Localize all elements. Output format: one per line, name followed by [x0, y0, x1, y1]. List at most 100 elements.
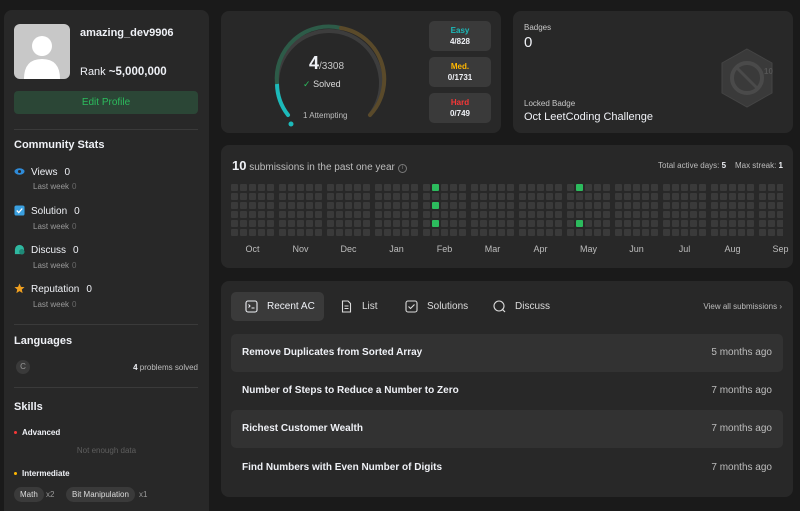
- heatmap-cell-active[interactable]: [432, 220, 439, 227]
- heatmap-cell[interactable]: [729, 220, 736, 227]
- heatmap-cell[interactable]: [315, 202, 322, 209]
- heatmap-cell[interactable]: [633, 202, 640, 209]
- heatmap-cell[interactable]: [450, 184, 457, 191]
- heatmap-cell[interactable]: [642, 184, 649, 191]
- heatmap-cell[interactable]: [603, 202, 610, 209]
- heatmap-cell[interactable]: [537, 202, 544, 209]
- heatmap-cell-active[interactable]: [432, 184, 439, 191]
- heatmap-cell[interactable]: [363, 202, 370, 209]
- heatmap-cell[interactable]: [528, 211, 535, 218]
- heatmap-cell[interactable]: [471, 202, 478, 209]
- heatmap-cell[interactable]: [279, 184, 286, 191]
- heatmap-cell[interactable]: [240, 220, 247, 227]
- heatmap-cell[interactable]: [624, 184, 631, 191]
- heatmap-cell[interactable]: [720, 193, 727, 200]
- heatmap-cell[interactable]: [681, 220, 688, 227]
- heatmap-cell[interactable]: [450, 211, 457, 218]
- heatmap-cell[interactable]: [633, 220, 640, 227]
- heatmap-cell[interactable]: [663, 193, 670, 200]
- heatmap-cell[interactable]: [528, 229, 535, 236]
- heatmap-cell[interactable]: [738, 193, 745, 200]
- heatmap-cell[interactable]: [402, 211, 409, 218]
- heatmap-cell[interactable]: [594, 220, 601, 227]
- heatmap-cell[interactable]: [471, 193, 478, 200]
- heatmap-cell[interactable]: [231, 211, 238, 218]
- heatmap-cell[interactable]: [279, 211, 286, 218]
- heatmap-cell[interactable]: [672, 193, 679, 200]
- heatmap-cell[interactable]: [642, 229, 649, 236]
- heatmap-cell[interactable]: [699, 193, 706, 200]
- view-all-submissions-link[interactable]: View all submissions ›: [703, 302, 782, 311]
- heatmap-cell[interactable]: [327, 202, 334, 209]
- submission-title[interactable]: Remove Duplicates from Sorted Array: [242, 347, 422, 358]
- heatmap-cell[interactable]: [402, 220, 409, 227]
- heatmap-cell[interactable]: [288, 229, 295, 236]
- heatmap-cell[interactable]: [288, 211, 295, 218]
- heatmap-cell[interactable]: [546, 202, 553, 209]
- heatmap-cell[interactable]: [507, 229, 514, 236]
- heatmap-cell[interactable]: [777, 229, 783, 236]
- heatmap-cell[interactable]: [393, 229, 400, 236]
- info-icon[interactable]: i: [397, 164, 407, 173]
- heatmap-cell[interactable]: [759, 184, 766, 191]
- heatmap-cell[interactable]: [375, 211, 382, 218]
- heatmap-cell[interactable]: [624, 229, 631, 236]
- heatmap-cell[interactable]: [450, 193, 457, 200]
- heatmap-cell[interactable]: [354, 211, 361, 218]
- heatmap-cell[interactable]: [747, 184, 754, 191]
- tab-recent-ac[interactable]: Recent AC: [231, 292, 324, 321]
- tab-list[interactable]: List: [326, 292, 386, 321]
- heatmap-cell[interactable]: [411, 193, 418, 200]
- heatmap-cell[interactable]: [384, 220, 391, 227]
- heatmap-cell[interactable]: [768, 229, 775, 236]
- heatmap-cell[interactable]: [411, 211, 418, 218]
- heatmap-cell[interactable]: [327, 184, 334, 191]
- heatmap-cell[interactable]: [681, 184, 688, 191]
- heatmap-cell[interactable]: [576, 202, 583, 209]
- heatmap-cell-active[interactable]: [432, 202, 439, 209]
- heatmap-cell[interactable]: [720, 211, 727, 218]
- heatmap-cell[interactable]: [384, 184, 391, 191]
- heatmap-cell[interactable]: [258, 202, 265, 209]
- heatmap-cell[interactable]: [528, 193, 535, 200]
- heatmap-cell[interactable]: [642, 220, 649, 227]
- heatmap-cell[interactable]: [690, 220, 697, 227]
- heatmap-cell[interactable]: [720, 229, 727, 236]
- heatmap-cell[interactable]: [663, 184, 670, 191]
- heatmap-cell[interactable]: [711, 229, 718, 236]
- heatmap-cell[interactable]: [267, 184, 274, 191]
- heatmap-cell[interactable]: [249, 211, 256, 218]
- heatmap-cell[interactable]: [738, 202, 745, 209]
- heatmap-cell[interactable]: [411, 202, 418, 209]
- heatmap-cell[interactable]: [498, 211, 505, 218]
- heatmap-cell[interactable]: [768, 202, 775, 209]
- heatmap-cell[interactable]: [615, 229, 622, 236]
- heatmap-cell[interactable]: [576, 193, 583, 200]
- heatmap-cell[interactable]: [555, 229, 562, 236]
- heatmap-cell[interactable]: [441, 220, 448, 227]
- heatmap-cell[interactable]: [459, 193, 466, 200]
- heatmap-cell[interactable]: [567, 202, 574, 209]
- heatmap-cell[interactable]: [747, 202, 754, 209]
- heatmap-cell[interactable]: [432, 229, 439, 236]
- heatmap-cell[interactable]: [423, 202, 430, 209]
- heatmap-cell[interactable]: [507, 184, 514, 191]
- heatmap-cell[interactable]: [663, 229, 670, 236]
- heatmap-cell[interactable]: [297, 202, 304, 209]
- heatmap-cell[interactable]: [681, 211, 688, 218]
- heatmap-cell[interactable]: [471, 229, 478, 236]
- heatmap-cell[interactable]: [651, 220, 658, 227]
- difficulty-easy[interactable]: Easy 4/828: [429, 21, 491, 51]
- heatmap-cell[interactable]: [690, 229, 697, 236]
- submission-row[interactable]: Richest Customer Wealth 7 months ago: [231, 410, 783, 448]
- submission-row[interactable]: Find Numbers with Even Number of Digits …: [231, 449, 783, 487]
- heatmap-cell[interactable]: [249, 202, 256, 209]
- skill-tag-math[interactable]: Math: [14, 487, 44, 502]
- heatmap-cell[interactable]: [729, 202, 736, 209]
- heatmap-cell[interactable]: [480, 211, 487, 218]
- heatmap-cell[interactable]: [537, 229, 544, 236]
- heatmap-cell[interactable]: [768, 211, 775, 218]
- heatmap-cell[interactable]: [231, 184, 238, 191]
- heatmap-cell[interactable]: [363, 229, 370, 236]
- tab-solutions[interactable]: Solutions: [391, 292, 476, 321]
